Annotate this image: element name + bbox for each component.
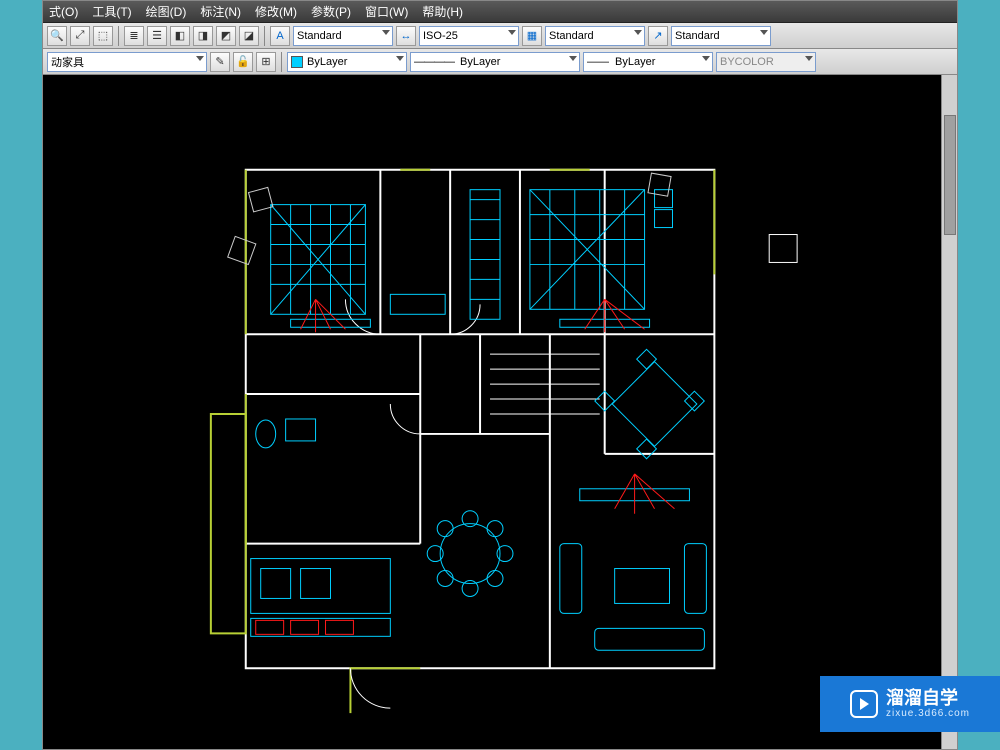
menu-tools[interactable]: 工具(T): [92, 3, 131, 20]
textstyle-combo[interactable]: Standard: [293, 26, 393, 46]
plotstyle-combo: BYCOLOR: [716, 52, 816, 72]
plotstyle-value: BYCOLOR: [720, 56, 774, 68]
linetype-value: ByLayer: [460, 56, 500, 68]
toolbar-properties: 动家具 ✎ 🔓 ⊞ ByLayer ―――― ByLayer ―― ByLaye…: [43, 49, 957, 75]
tool-textstyle-icon[interactable]: A: [270, 26, 290, 46]
menubar: 式(O) 工具(T) 绘图(D) 标注(N) 修改(M) 参数(P) 窗口(W)…: [43, 1, 957, 23]
menu-format[interactable]: 式(O): [49, 3, 78, 20]
tool-layer-match-icon[interactable]: ◨: [193, 26, 213, 46]
tool-layeriso-icon[interactable]: ✎: [210, 52, 230, 72]
watermark-badge: 溜溜自学 zixue.3d66.com: [820, 676, 1000, 732]
dimstyle-value: ISO-25: [423, 30, 458, 42]
tool-layerunlock-icon[interactable]: 🔓: [233, 52, 253, 72]
tool-match-icon[interactable]: ◪: [239, 26, 259, 46]
mleaderstyle-value: Standard: [675, 30, 720, 42]
chevron-down-icon: [634, 30, 642, 35]
layer-combo[interactable]: 动家具: [47, 52, 207, 72]
vertical-scrollbar[interactable]: [941, 75, 957, 749]
menu-dimension[interactable]: 标注(N): [200, 3, 241, 20]
menu-draw[interactable]: 绘图(D): [146, 3, 187, 20]
tool-tablestyle-icon[interactable]: ▦: [522, 26, 542, 46]
layer-value: 动家具: [51, 54, 84, 70]
furniture: [251, 190, 707, 651]
lineweight-value: ByLayer: [615, 56, 655, 68]
chevron-down-icon: [396, 56, 404, 61]
textstyle-value: Standard: [297, 30, 342, 42]
tool-layer-prev-icon[interactable]: ◧: [170, 26, 190, 46]
menu-modify[interactable]: 修改(M): [255, 3, 297, 20]
lineweight-preview: ――: [587, 56, 609, 68]
separator: [118, 26, 119, 46]
watermark-title: 溜溜自学: [886, 689, 970, 709]
tablestyle-combo[interactable]: Standard: [545, 26, 645, 46]
menu-parametric[interactable]: 参数(P): [311, 3, 351, 20]
lineweight-combo[interactable]: ―― ByLayer: [583, 52, 713, 72]
tool-layermerge-icon[interactable]: ⊞: [256, 52, 276, 72]
tool-layer-states-icon[interactable]: ☰: [147, 26, 167, 46]
separator: [281, 52, 282, 72]
play-icon: [850, 690, 878, 718]
linetype-combo[interactable]: ―――― ByLayer: [410, 52, 580, 72]
mleaderstyle-combo[interactable]: Standard: [671, 26, 771, 46]
watermark-text: 溜溜自学 zixue.3d66.com: [886, 689, 970, 720]
scrollbar-thumb[interactable]: [944, 115, 956, 235]
chevron-down-icon: [569, 56, 577, 61]
drawing-canvas[interactable]: [43, 75, 957, 749]
menu-help[interactable]: 帮助(H): [422, 3, 463, 20]
tool-dimstyle-icon[interactable]: ↔: [396, 26, 416, 46]
watermark-url: zixue.3d66.com: [886, 708, 970, 719]
chevron-down-icon: [382, 30, 390, 35]
separator: [264, 26, 265, 46]
tool-mleader-icon[interactable]: ↗: [648, 26, 668, 46]
toolbar-styles: 🔍 ⤢ ⬚ ≣ ☰ ◧ ◨ ◩ ◪ A Standard ↔ ISO-25 ▦ …: [43, 23, 957, 49]
tablestyle-value: Standard: [549, 30, 594, 42]
tool-layer-icon[interactable]: ≣: [124, 26, 144, 46]
chevron-down-icon: [760, 30, 768, 35]
color-value: ByLayer: [307, 56, 347, 68]
selection-box: [769, 235, 797, 263]
tool-zoom-icon[interactable]: 🔍: [47, 26, 67, 46]
red-accents: [256, 299, 675, 634]
tool-zoom-window-icon[interactable]: ⬚: [93, 26, 113, 46]
app-window: 式(O) 工具(T) 绘图(D) 标注(N) 修改(M) 参数(P) 窗口(W)…: [42, 0, 958, 750]
floorplan-svg: [43, 75, 957, 749]
menu-window[interactable]: 窗口(W): [365, 3, 408, 20]
dimstyle-combo[interactable]: ISO-25: [419, 26, 519, 46]
color-combo[interactable]: ByLayer: [287, 52, 407, 72]
chevron-down-icon: [508, 30, 516, 35]
chevron-down-icon: [196, 56, 204, 61]
linetype-preview: ――――: [414, 56, 454, 68]
chevron-down-icon: [702, 56, 710, 61]
tool-zoom-extents-icon[interactable]: ⤢: [70, 26, 90, 46]
chevron-down-icon: [805, 56, 813, 61]
color-swatch: [291, 56, 303, 68]
tool-properties-icon[interactable]: ◩: [216, 26, 236, 46]
doors: [345, 299, 480, 708]
